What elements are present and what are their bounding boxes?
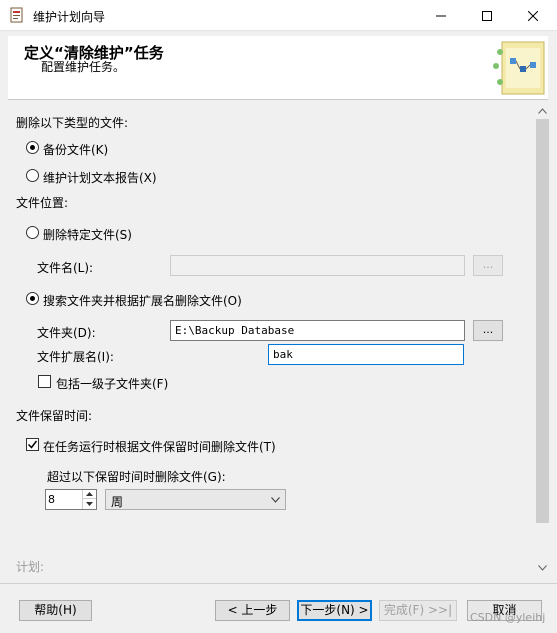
- help-button[interactable]: 帮助(H): [19, 600, 92, 621]
- title-bar: 维护计划向导: [0, 0, 557, 31]
- next-button[interactable]: 下一步(N) >: [297, 600, 372, 621]
- age-decrement-button[interactable]: [82, 499, 96, 509]
- report-files-label[interactable]: 维护计划文本报告(X): [43, 169, 157, 186]
- delete-specific-file-radio[interactable]: [26, 226, 39, 239]
- watermark: CSDN @yleihj: [470, 611, 546, 624]
- backup-files-radio[interactable]: [26, 141, 39, 154]
- include-subfolders-checkbox[interactable]: [38, 375, 51, 388]
- close-button[interactable]: [510, 0, 556, 31]
- backup-files-label[interactable]: 备份文件(K): [43, 141, 108, 158]
- include-subfolders-label[interactable]: 包括一级子文件夹(F): [56, 375, 168, 392]
- extension-label: 文件扩展名(I):: [37, 350, 114, 364]
- back-button[interactable]: < 上一步: [215, 600, 290, 621]
- scroll-down-button[interactable]: [534, 559, 551, 576]
- file-name-label: 文件名(L):: [37, 261, 94, 275]
- minimize-icon: [436, 15, 446, 16]
- wizard-header: 定义“清除维护”任务 配置维护任务。: [8, 36, 548, 100]
- delete-specific-file-label[interactable]: 删除特定文件(S): [43, 226, 132, 243]
- finish-button[interactable]: 完成(F) >>|: [379, 600, 457, 621]
- age-stepper[interactable]: 8: [45, 489, 97, 510]
- retention-label: 文件保留时间:: [16, 409, 93, 423]
- chevron-down-icon: [271, 497, 280, 503]
- scrollbar-thumb[interactable]: [536, 119, 549, 523]
- delete-by-age-checkbox[interactable]: [26, 438, 39, 451]
- delete-by-age-label[interactable]: 在任务运行时根据文件保留时间删除文件(T): [43, 438, 276, 455]
- file-location-label: 文件位置:: [16, 196, 69, 210]
- maintenance-plan-illustration-icon: [493, 41, 545, 95]
- wizard-footer: 帮助(H) < 上一步 下一步(N) > 完成(F) >>| 取消: [0, 583, 557, 633]
- spin-down-icon: [86, 502, 93, 506]
- spin-up-icon: [86, 492, 93, 496]
- maximize-button[interactable]: [464, 0, 510, 31]
- search-folder-label[interactable]: 搜索文件夹并根据扩展名删除文件(O): [43, 292, 242, 309]
- page-subtitle: 配置维护任务。: [41, 60, 126, 74]
- folder-browse-button[interactable]: ...: [473, 320, 503, 341]
- folder-label: 文件夹(D):: [37, 326, 96, 340]
- search-folder-radio[interactable]: [26, 292, 39, 305]
- wizard-app-icon: [10, 7, 23, 23]
- vertical-scrollbar[interactable]: [534, 102, 551, 580]
- age-unit-value: 周: [111, 495, 124, 509]
- older-than-label: 超过以下保留时间时删除文件(G):: [47, 470, 226, 484]
- window-title: 维护计划向导: [33, 10, 106, 24]
- report-files-radio[interactable]: [26, 169, 39, 182]
- extension-input[interactable]: bak: [268, 344, 464, 365]
- file-name-browse-button[interactable]: ...: [473, 255, 503, 276]
- folder-input[interactable]: E:\Backup Database: [170, 320, 465, 341]
- close-icon: [528, 10, 538, 21]
- scroll-up-button[interactable]: [534, 102, 551, 119]
- chevron-down-icon: [538, 564, 547, 571]
- maximize-icon: [482, 10, 492, 21]
- age-unit-select[interactable]: 周: [105, 489, 286, 510]
- minimize-button[interactable]: [418, 0, 464, 31]
- file-name-input[interactable]: [170, 255, 465, 276]
- age-value: 8: [48, 493, 55, 506]
- age-increment-button[interactable]: [82, 490, 96, 499]
- task-settings-panel: 删除以下类型的文件: 备份文件(K) 维护计划文本报告(X) 文件位置: 删除特…: [8, 102, 533, 580]
- delete-files-type-label: 删除以下类型的文件:: [16, 116, 129, 130]
- chevron-up-icon: [538, 107, 547, 114]
- schedule-label: 计划:: [16, 560, 45, 574]
- checkmark-icon: [27, 440, 38, 449]
